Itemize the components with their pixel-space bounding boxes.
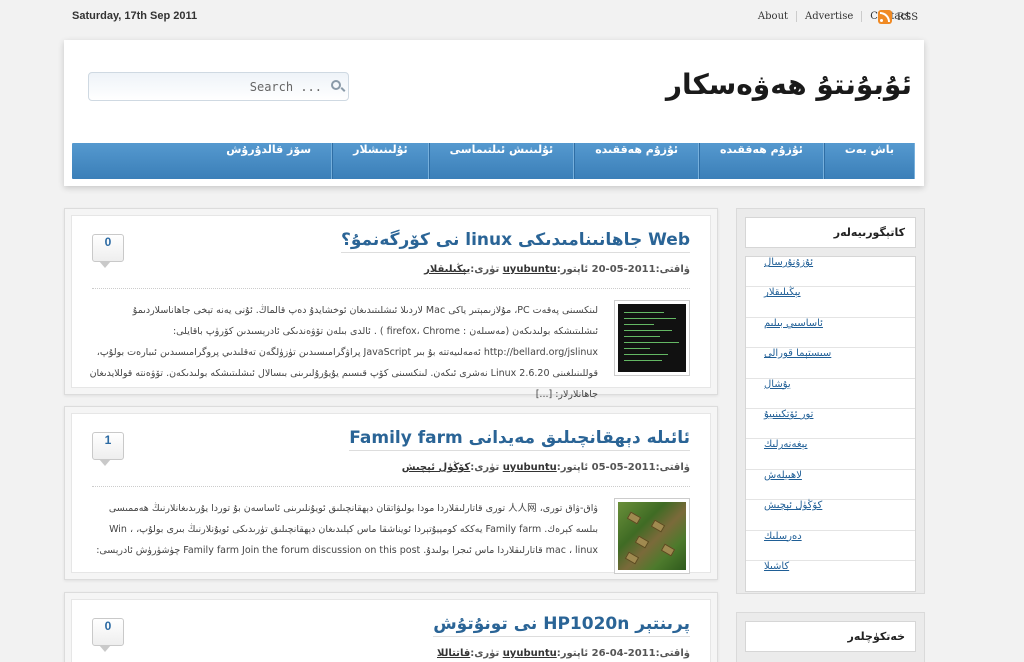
category-link[interactable]: يۇشال [746, 379, 915, 409]
bookmarks-title: خەتكۈچلەر [745, 621, 916, 652]
site-title[interactable]: ئۇبۇنتۇ ھەۋەسكار [666, 68, 912, 101]
category-link[interactable]: لاھىيلەش [746, 470, 915, 501]
categories-widget: كاتېگورىيەلەر ئۇزۇنۇرساﻝ يېڭىلىقلار ئاسا… [736, 208, 925, 594]
post-author-label: ئاپتور: [556, 648, 589, 659]
nav-item-guestbook[interactable]: سۆز قالدۇرۇش [206, 143, 333, 179]
post-excerpt: ۋاق-ۋاق تورى، 人人网 تورى قاتارلىقلاردا مود… [96, 503, 598, 556]
post-category[interactable]: يېڭىلىقلار [424, 264, 470, 275]
post-title[interactable]: ئائىلە دېھقانچىلىق مەيدانى Family farm [349, 428, 690, 451]
bookmarks-widget: خەتكۈچلەر [736, 612, 925, 662]
post-category-label: تۈرى: [470, 462, 500, 473]
post-card: 0 Web جاھانىنامىدىكى linux نى كۆرگەنمۇ؟ … [64, 208, 718, 400]
post-date: ۋاقتى:2011-05-20 [591, 264, 690, 275]
top-bar: Saturday, 17th Sep 2011 About Advertise … [0, 0, 1024, 36]
post-title[interactable]: پرىنتېر HP1020n نى تونۇتۇش [433, 614, 690, 637]
nav-item-about-1[interactable]: ئۇزۇم ھەققىدە [699, 143, 824, 179]
category-link[interactable]: تور ئۆتكىنىيۇ [746, 409, 915, 440]
rss-label: RSS [897, 11, 919, 23]
search-box [88, 72, 349, 101]
category-link[interactable]: يېڭىلىقلار [746, 287, 915, 318]
category-link[interactable]: ئۇزۇنۇرساﻝ [746, 257, 915, 288]
post-meta: ۋاقتى:2011-05-20 ئاپتور:uyubuntu تۈرى:يې… [424, 264, 690, 275]
terminal-screenshot-image [618, 304, 686, 372]
post-body: 0 پرىنتېر HP1020n نى تونۇتۇش ۋاقتى:2011-… [71, 599, 711, 662]
current-date: Saturday, 17th Sep 2011 [72, 10, 198, 22]
nav-item-home[interactable]: باش بەت [823, 143, 915, 179]
category-link[interactable]: كاشىلا [746, 561, 915, 591]
post-category-label: تۈرى: [470, 264, 500, 275]
post-author-label: ئاپتور: [556, 264, 589, 275]
nav-item-link-application[interactable]: ئۇلىنىش ئىلتىماسى [428, 143, 575, 179]
post-body: 0 Web جاھانىنامىدىكى linux نى كۆرگەنمۇ؟ … [71, 215, 711, 400]
post-card: 1 ئائىلە دېھقانچىلىق مەيدانى Family farm… [64, 406, 718, 580]
post-divider [92, 486, 690, 487]
about-link[interactable]: About [750, 11, 796, 22]
post-author[interactable]: uyubuntu [503, 462, 557, 473]
post-divider [92, 288, 690, 289]
post-meta: ۋاقتى:2011-04-26 ئاپتور:uyubuntu تۈرى:قا… [437, 648, 690, 659]
post-thumbnail[interactable] [614, 300, 690, 376]
search-icon[interactable] [331, 80, 341, 90]
rss-link[interactable]: RSS [878, 10, 918, 24]
farm-game-image [618, 502, 686, 570]
post-author[interactable]: uyubuntu [503, 264, 557, 275]
post-date: ۋاقتى:2011-04-26 [591, 648, 690, 659]
comment-count-badge[interactable]: 0 [92, 618, 124, 652]
post-author-label: ئاپتور: [556, 462, 589, 473]
post-category[interactable]: كۆڭۈل ئېچىش [402, 462, 471, 473]
search-input[interactable] [89, 73, 324, 100]
nav-item-about-2[interactable]: ئۇزۇم ھەققىدە [574, 143, 700, 179]
post-date: ۋاقتى:2011-05-05 [591, 462, 690, 473]
post-author[interactable]: uyubuntu [503, 648, 557, 659]
main-nav: باش بەت ئۇزۇم ھەققىدە ئۇزۇم ھەققىدە ئۇلى… [72, 143, 915, 179]
nav-item-links[interactable]: ئۇلىنىشلار [332, 143, 429, 179]
post-title[interactable]: Web جاھانىنامىدىكى linux نى كۆرگەنمۇ؟ [341, 230, 690, 253]
post-card: 0 پرىنتېر HP1020n نى تونۇتۇش ۋاقتى:2011-… [64, 592, 718, 662]
comment-count-badge[interactable]: 0 [92, 234, 124, 268]
categories-title: كاتېگورىيەلەر [745, 217, 916, 248]
post-excerpt: لىنكسىنى پەقەت PC، مۇلازىمېتىر ياكى Mac … [89, 305, 598, 400]
advertise-link[interactable]: Advertise [796, 11, 861, 22]
site-header: ئۇبۇنتۇ ھەۋەسكار باش بەت ئۇزۇم ھەققىدە ئ… [64, 40, 924, 186]
category-link[interactable]: يېغەنەرلىك [746, 439, 915, 470]
category-link[interactable]: دەرسلىك [746, 531, 915, 561]
category-link[interactable]: ئاساسىي بىلىم [746, 318, 915, 349]
post-thumbnail[interactable] [614, 498, 690, 574]
post-category[interactable]: قاتتاللا [437, 648, 470, 659]
post-meta: ۋاقتى:2011-05-05 ئاپتور:uyubuntu تۈرى:كۆ… [402, 462, 690, 473]
category-list: ئۇزۇنۇرساﻝ يېڭىلىقلار ئاساسىي بىلىم سىست… [745, 256, 916, 593]
category-link[interactable]: سىستېما قورالى [746, 348, 915, 379]
rss-icon [878, 10, 892, 24]
post-body: 1 ئائىلە دېھقانچىلىق مەيدانى Family farm… [71, 413, 711, 574]
comment-count-badge[interactable]: 1 [92, 432, 124, 466]
category-link[interactable]: كۆڭۈل ئېچىش [746, 500, 915, 531]
post-category-label: تۈرى: [470, 648, 500, 659]
